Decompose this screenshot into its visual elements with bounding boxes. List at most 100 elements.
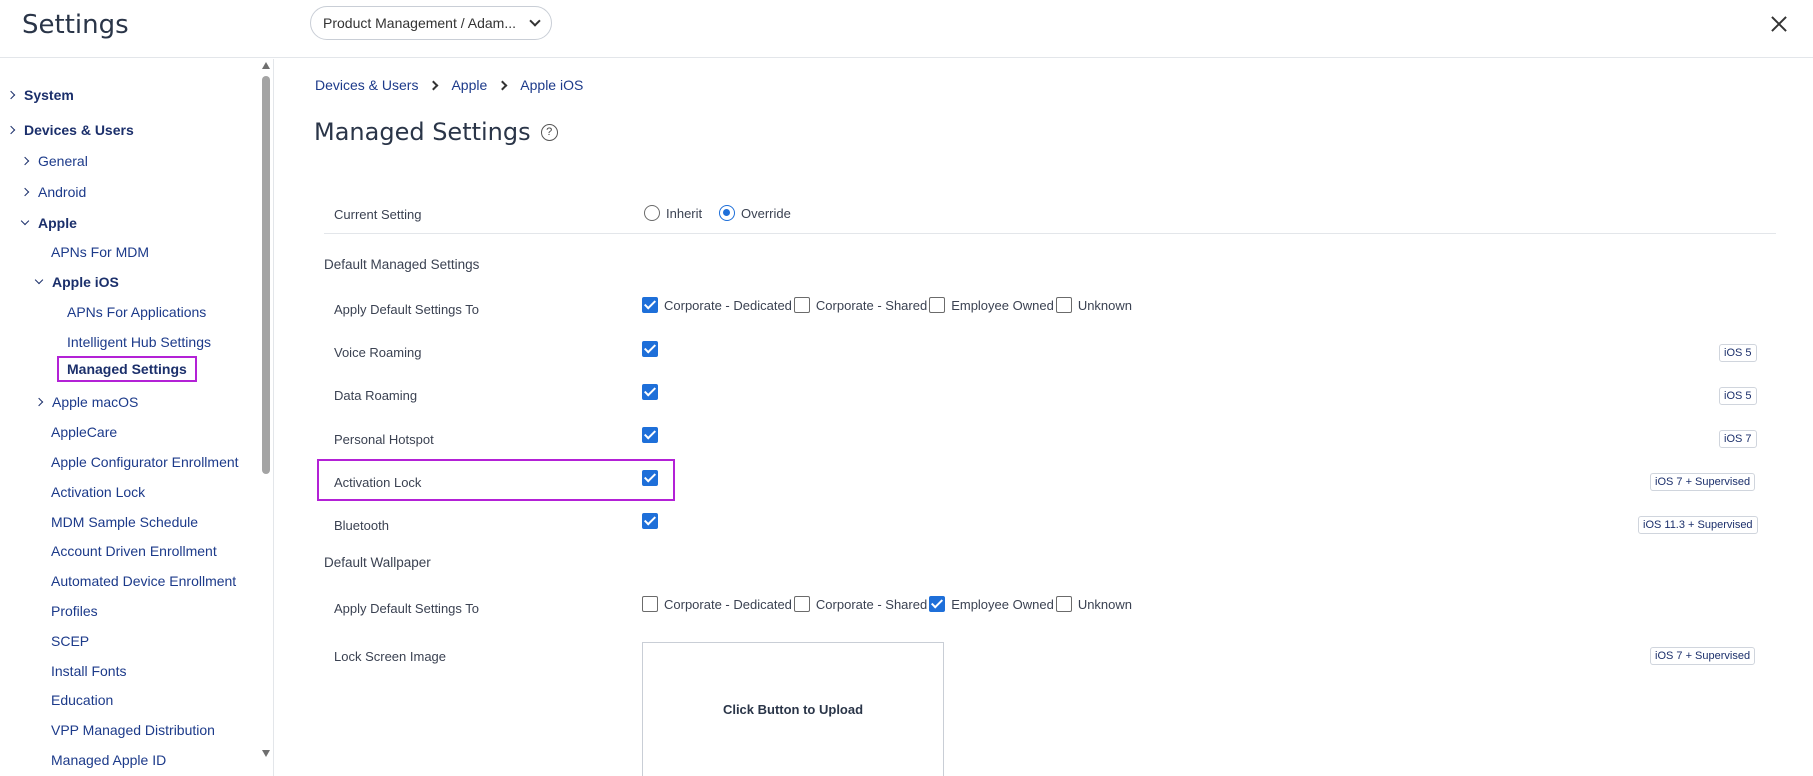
sidebar-item-android[interactable]: Android	[20, 184, 87, 200]
sidebar-item-label: MDM Sample Schedule	[51, 514, 199, 530]
checkbox-employee-owned[interactable]	[929, 596, 946, 612]
checkbox-label: Corporate - Shared	[815, 297, 928, 313]
sidebar-item-automated-device-enrollment[interactable]: Automated Device Enrollment	[51, 573, 236, 589]
sidebar-item-activation-lock[interactable]: Activation Lock	[51, 484, 145, 500]
apply-default-settings-group: Corporate - Dedicated Corporate - Shared…	[642, 596, 1134, 612]
sidebar-item-devices-users[interactable]: Devices & Users	[6, 122, 134, 138]
checkbox-label: Unknown	[1077, 596, 1133, 612]
lock-screen-upload-box[interactable]: Click Button to Upload	[642, 642, 944, 776]
breadcrumb-apple-ios[interactable]: Apple iOS	[520, 77, 583, 93]
checkbox-corporate-dedicated[interactable]	[642, 297, 658, 313]
chevron-right-icon	[20, 187, 30, 197]
checkbox-employee-owned[interactable]	[929, 297, 946, 313]
checkbox-unknown[interactable]	[1055, 596, 1072, 612]
scroll-down-arrow-icon[interactable]	[262, 750, 270, 757]
bluetooth-checkbox[interactable]	[642, 513, 658, 529]
sidebar-item-label: General	[38, 153, 88, 169]
close-icon[interactable]	[1767, 12, 1791, 36]
radio-override[interactable]: Override	[719, 205, 791, 221]
breadcrumb-apple[interactable]: Apple	[451, 77, 487, 93]
sidebar-item-account-driven-enrollment[interactable]: Account Driven Enrollment	[51, 543, 217, 559]
checkbox-label: Employee Owned	[951, 297, 1054, 313]
radio-override-label: Override	[741, 205, 791, 221]
checkbox-corporate-shared[interactable]	[793, 297, 810, 313]
checkbox-corporate-dedicated[interactable]	[642, 596, 658, 612]
page-title-text: Managed Settings	[314, 118, 531, 146]
ios-version-badge: iOS 7	[1719, 430, 1757, 448]
sidebar-item-general[interactable]: General	[20, 153, 88, 169]
page-title: Managed Settings ?	[314, 118, 558, 146]
apply-default-settings-group: Corporate - Dedicated Corporate - Shared…	[642, 297, 1134, 313]
sidebar-item-label: APNs For MDM	[51, 244, 149, 260]
sidebar-item-label: APNs For Applications	[67, 304, 207, 320]
sidebar-item-label: VPP Managed Distribution	[51, 722, 215, 738]
org-selector[interactable]: Product Management / Adam...	[310, 6, 552, 40]
apply-default-settings-label: Apply Default Settings To	[334, 302, 480, 317]
sidebar-item-label: Apple macOS	[52, 394, 139, 410]
sidebar-item-apple-ios[interactable]: Apple iOS	[34, 274, 119, 290]
ios-version-badge: iOS 5	[1719, 387, 1757, 405]
sidebar-item-label: AppleCare	[51, 424, 118, 440]
sidebar-item-apple[interactable]: Apple	[20, 215, 77, 231]
checkbox-label: Employee Owned	[951, 596, 1054, 612]
radio-inherit-button[interactable]	[644, 205, 660, 221]
activation-lock-checkbox[interactable]	[642, 470, 658, 486]
divider	[324, 233, 1776, 234]
activation-lock-label: Activation Lock	[334, 475, 422, 490]
sidebar-item-label: Intelligent Hub Settings	[67, 334, 211, 350]
sidebar-item-label: System	[24, 87, 74, 103]
sidebar-item-label: Managed Apple ID	[51, 752, 167, 768]
radio-override-button[interactable]	[719, 205, 735, 221]
chevron-down-icon	[529, 15, 541, 27]
sidebar-item-apple-macos[interactable]: Apple macOS	[34, 394, 139, 410]
sidebar-item-install-fonts[interactable]: Install Fonts	[51, 663, 126, 679]
help-icon[interactable]: ?	[540, 123, 558, 141]
data-roaming-checkbox[interactable]	[642, 384, 658, 400]
checkbox-label: Corporate - Shared	[815, 596, 928, 612]
sidebar-item-education[interactable]: Education	[51, 692, 113, 708]
sidebar-item-label: Profiles	[51, 603, 98, 619]
app-title: Settings	[22, 10, 129, 40]
checkbox-corporate-shared[interactable]	[793, 596, 810, 612]
sidebar-item-applecare[interactable]: AppleCare	[51, 424, 117, 440]
sidebar-item-vpp-managed-distribution[interactable]: VPP Managed Distribution	[51, 722, 215, 738]
checkbox-unknown[interactable]	[1055, 297, 1072, 313]
checkbox-label: Corporate - Dedicated	[664, 297, 792, 313]
breadcrumb-devices-users[interactable]: Devices & Users	[315, 77, 418, 93]
sidebar-item-managed-apple-id[interactable]: Managed Apple ID	[51, 752, 166, 768]
checkbox-label: Corporate - Dedicated	[664, 596, 792, 612]
personal-hotspot-label: Personal Hotspot	[334, 432, 434, 447]
section-default-managed-settings: Default Managed Settings	[324, 257, 480, 272]
sidebar-item-apple-configurator-enrollment[interactable]: Apple Configurator Enrollment	[51, 454, 239, 470]
sidebar-item-mdm-sample-schedule[interactable]: MDM Sample Schedule	[51, 514, 198, 530]
voice-roaming-label: Voice Roaming	[334, 345, 422, 360]
sidebar-scrollbar-thumb[interactable]	[262, 76, 270, 474]
lock-screen-image-label: Lock Screen Image	[334, 649, 447, 664]
radio-inherit[interactable]: Inherit	[644, 205, 702, 221]
sidebar-item-label: Automated Device Enrollment	[51, 573, 237, 589]
ios-version-badge: iOS 7 + Supervised	[1650, 647, 1756, 665]
chevron-down-icon	[20, 216, 30, 226]
header: Settings Product Management / Adam...	[0, 0, 1813, 58]
sidebar-item-apns-for-applications[interactable]: APNs For Applications	[67, 304, 206, 320]
sidebar-item-system[interactable]: System	[6, 87, 74, 103]
sidebar-item-label: Activation Lock	[51, 484, 146, 500]
sidebar-item-label: Managed Settings	[67, 361, 187, 377]
current-setting-label: Current Setting	[334, 207, 422, 222]
sidebar-item-scep[interactable]: SCEP	[51, 633, 89, 649]
voice-roaming-checkbox[interactable]	[642, 341, 658, 357]
sidebar-item-managed-settings[interactable]: Managed Settings	[57, 356, 197, 382]
sidebar-item-label: Apple iOS	[52, 274, 119, 290]
sidebar-item-label: Android	[38, 184, 87, 200]
sidebar-item-apns-for-mdm[interactable]: APNs For MDM	[51, 244, 149, 260]
sidebar-item-profiles[interactable]: Profiles	[51, 603, 98, 619]
sidebar-item-intelligent-hub-settings[interactable]: Intelligent Hub Settings	[67, 334, 211, 350]
sidebar-item-label: Apple	[38, 215, 77, 231]
chevron-right-icon	[497, 80, 508, 90]
chevron-right-icon	[34, 397, 44, 407]
upload-button-text: Click Button to Upload	[722, 702, 864, 717]
chevron-right-icon	[6, 90, 16, 100]
personal-hotspot-checkbox[interactable]	[642, 427, 658, 443]
apply-default-settings-label: Apply Default Settings To	[334, 601, 480, 616]
scroll-up-arrow-icon[interactable]	[262, 62, 270, 69]
